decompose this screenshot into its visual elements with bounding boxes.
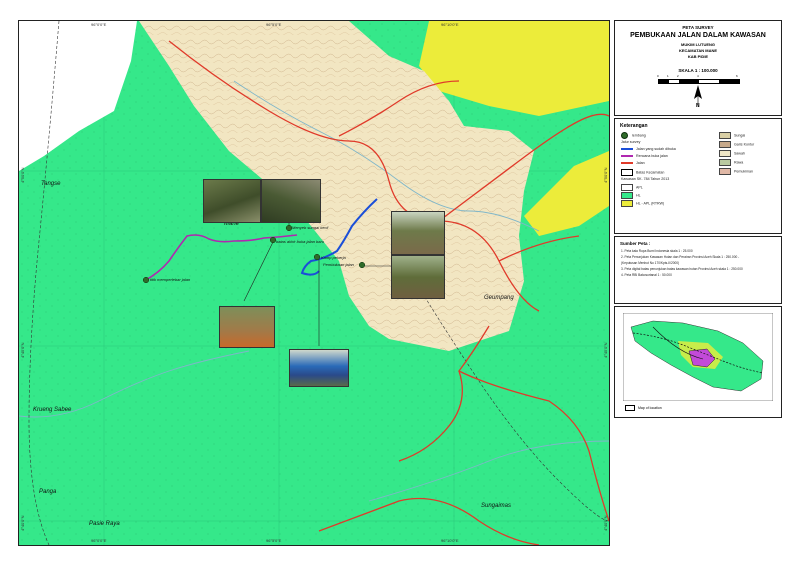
survey-point-icon bbox=[621, 132, 628, 139]
source-line-3: (Keputusan Menhut No 170/Kpts-II/2000) bbox=[621, 261, 680, 265]
place-tangse: Tangse bbox=[41, 181, 61, 187]
place-panga: Panga bbox=[39, 489, 57, 495]
photo-4[interactable] bbox=[391, 255, 445, 299]
title-panel: PETA SURVEY PEMBUKAAN JALAN DALAM KAWASA… bbox=[614, 20, 782, 116]
pemukiman-swatch bbox=[719, 168, 731, 175]
map-frame[interactable]: 96°0'0"E 96°5'0"E 96°10'0"E 96°0'0"E 96°… bbox=[18, 20, 610, 546]
title-kab: KAB PIDIE bbox=[687, 54, 709, 59]
sungai-swatch bbox=[719, 132, 731, 139]
scale-num-2: 2 bbox=[677, 74, 679, 78]
place-pasie-raya: Pasie Raya bbox=[89, 521, 120, 527]
coord-right-2: 4°45'0"N bbox=[603, 342, 608, 358]
coord-right-1: 4°50'0"N bbox=[603, 167, 608, 183]
title-kecamatan: KECAMATAN MANE bbox=[678, 48, 718, 53]
inset-panel: Map of location bbox=[614, 306, 782, 418]
coord-top-1: 96°0'0"E bbox=[91, 22, 107, 27]
legend-item-kontur: Garis Kontur bbox=[719, 141, 754, 148]
sawah-swatch bbox=[719, 150, 731, 157]
scale-num-1: 1 bbox=[667, 74, 669, 78]
legend-item-boundary: Batas Kecamatan bbox=[621, 169, 664, 176]
location-box-icon bbox=[625, 405, 635, 411]
legend-item-opened-road: Jalan yang sudah dibuka bbox=[621, 147, 676, 151]
legend-item-hl-apl: HL - APL (RTRW) bbox=[621, 200, 664, 207]
title-survey: PETA SURVEY bbox=[682, 25, 714, 30]
north-label: N bbox=[696, 103, 700, 109]
legend-item-rawa: Rawa bbox=[719, 159, 743, 166]
scale-bar bbox=[658, 79, 740, 84]
point-titik bbox=[142, 276, 150, 284]
coord-left-1: 4°50'0"N bbox=[20, 167, 25, 183]
coord-top-2: 96°5'0"E bbox=[266, 22, 282, 27]
point-menyeb bbox=[285, 224, 293, 232]
place-krueng-sabee: Krueng Sabee bbox=[33, 407, 72, 413]
inset-caption: Map of location bbox=[625, 405, 662, 411]
red-line-icon bbox=[621, 162, 633, 164]
title-mukim: MUKIM LUTUENG bbox=[681, 42, 715, 47]
legend-head-jalur: Jalur survey bbox=[621, 140, 641, 144]
source-line-5: 4. Peta RBI Bakosurtanal 1 : 50.000 bbox=[621, 273, 672, 277]
legend-item-sungai: Sungai bbox=[719, 132, 745, 139]
point-pembukaan bbox=[358, 261, 366, 269]
coord-right-3: 4°40'0"N bbox=[603, 515, 608, 531]
legend-heading: Keterangan bbox=[620, 123, 648, 129]
legend-item-pemukiman: Pemukiman bbox=[719, 168, 753, 175]
hl-swatch bbox=[621, 192, 633, 199]
photo-2[interactable] bbox=[261, 179, 321, 223]
legend-item-planned-road: Rencana buka jalan bbox=[621, 154, 668, 158]
legend-panel: Keterangan lembang Jalur survey Jalan ya… bbox=[614, 118, 782, 234]
coord-bottom-2: 96°5'0"E bbox=[266, 538, 282, 543]
legend-item-lembang: lembang bbox=[621, 132, 646, 139]
sources-heading: Sumber Peta : bbox=[620, 241, 651, 246]
legend-item-hl: HL bbox=[621, 192, 641, 199]
source-line-1: 1. Peta kala Rupa Bumi Indonesia skala 1… bbox=[621, 249, 693, 253]
coord-left-2: 4°45'0"N bbox=[20, 342, 25, 358]
sources-panel: Sumber Peta : 1. Peta kala Rupa Bumi Ind… bbox=[614, 236, 782, 304]
label-pembukaan: Pembukaan jalan bbox=[323, 262, 354, 267]
source-line-4: 3. Peta digital batas penunjukan batas k… bbox=[621, 267, 743, 271]
source-line-2: 2. Peta Penunjukan Kawasan Hutan dan Per… bbox=[621, 255, 740, 259]
label-menyeb: Menyeb sungai kecil bbox=[292, 225, 329, 230]
magenta-line-icon bbox=[621, 155, 633, 157]
photo-6[interactable] bbox=[289, 349, 349, 387]
legend-head-kawasan: Kawasan SK. 784 Tahun 2013 bbox=[621, 177, 670, 181]
legend-item-apl: APL bbox=[621, 184, 643, 191]
scale-text: SKALA 1 : 100.000 bbox=[678, 68, 718, 73]
scale-num-4: 4 bbox=[697, 74, 699, 78]
hl-apl-swatch bbox=[621, 200, 633, 207]
place-geumpang: Geumpang bbox=[484, 295, 514, 301]
photo-3[interactable] bbox=[391, 211, 445, 255]
label-kamp: Kamp pekerja bbox=[321, 255, 346, 260]
apl-swatch bbox=[621, 184, 633, 191]
rawa-swatch bbox=[719, 159, 731, 166]
place-sungaimas: Sungaimas bbox=[481, 503, 512, 509]
inset-map[interactable] bbox=[623, 313, 773, 401]
photo-5[interactable] bbox=[219, 306, 275, 348]
kontur-swatch bbox=[719, 141, 731, 148]
scale-num-6: 6 bbox=[736, 74, 738, 78]
legend-item-sawah: Sawah bbox=[719, 150, 745, 157]
label-batas: batas akhir buka jalan baru bbox=[276, 239, 325, 244]
coord-bottom-3: 96°10'0"E bbox=[441, 538, 459, 543]
boundary-box-icon bbox=[621, 169, 633, 176]
point-kamp bbox=[313, 253, 321, 261]
photo-1[interactable] bbox=[203, 179, 261, 223]
coord-top-3: 96°10'0"E bbox=[441, 22, 459, 27]
map-canvas[interactable] bbox=[19, 21, 609, 545]
scale-num-0: 0 bbox=[657, 74, 659, 78]
label-titik: titik memperlebar jalan bbox=[150, 277, 191, 282]
legend-item-road: Jalan bbox=[621, 161, 645, 165]
coord-left-3: 4°40'0"N bbox=[20, 515, 25, 531]
title-main: PEMBUKAAN JALAN DALAM KAWASAN bbox=[630, 32, 766, 39]
point-batas bbox=[269, 236, 277, 244]
blue-line-icon bbox=[621, 148, 633, 150]
coord-bottom-1: 96°0'0"E bbox=[91, 538, 107, 543]
